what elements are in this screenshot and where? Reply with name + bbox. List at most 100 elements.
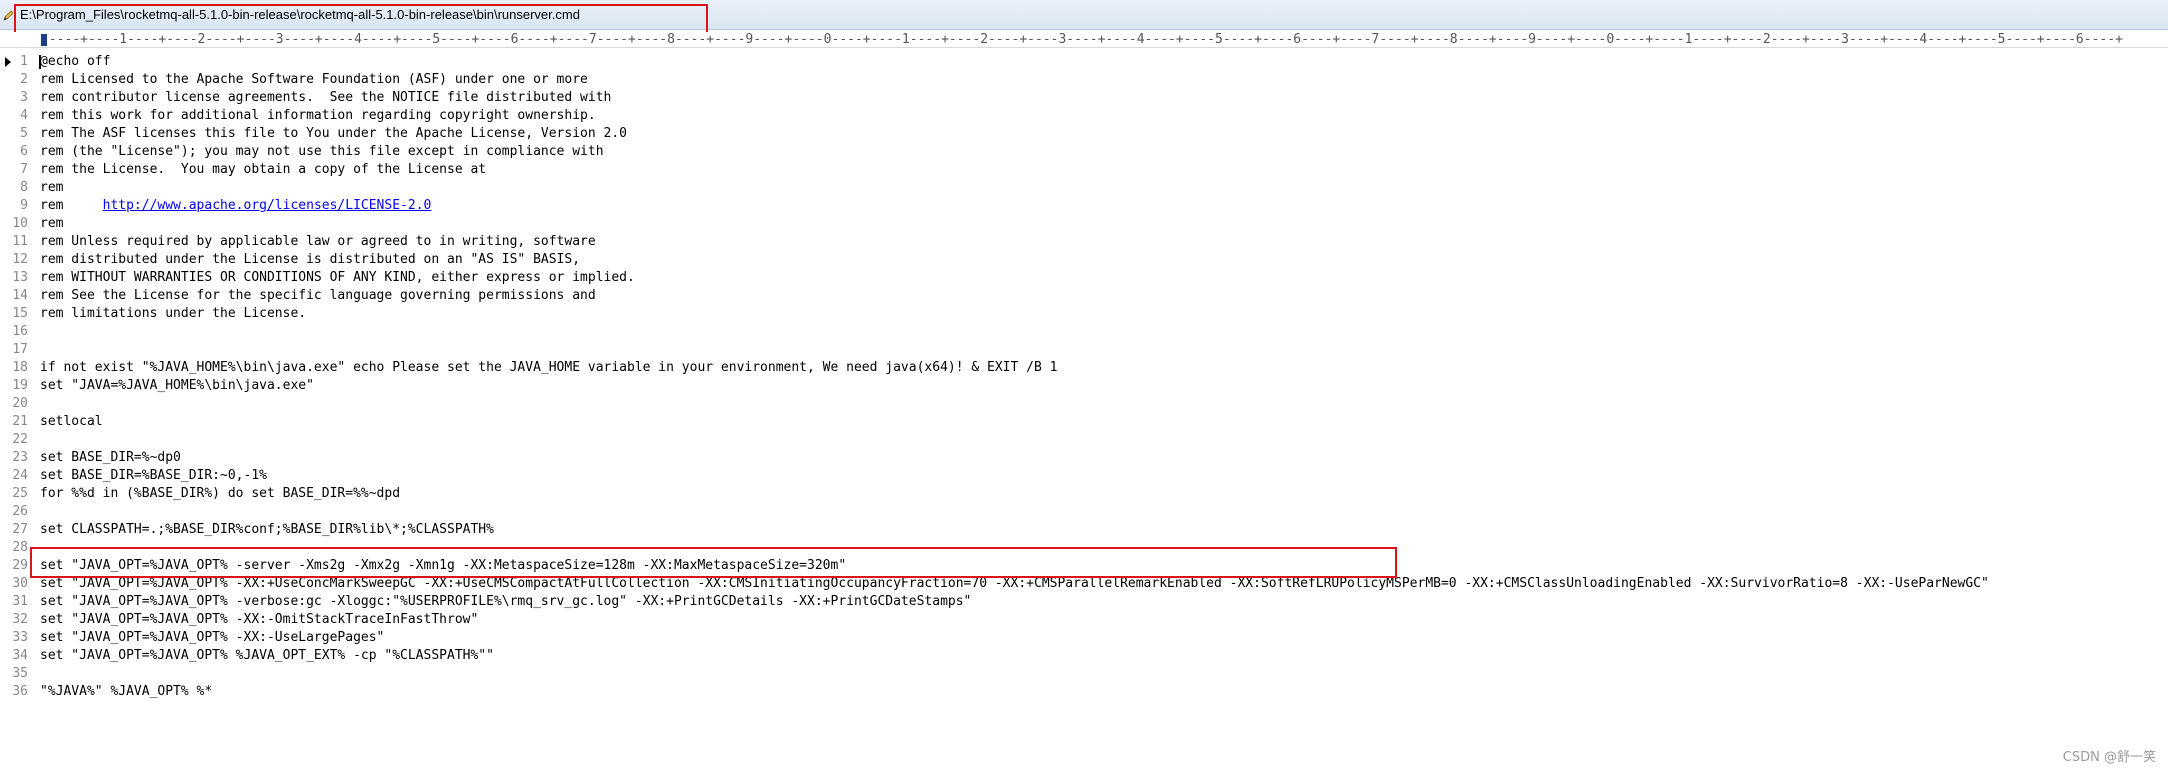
code-line[interactable]: 22 [0,431,2168,449]
code-line[interactable]: 16 [0,323,2168,341]
code-line[interactable]: 21 setlocal [0,413,2168,431]
code-line[interactable]: 14 rem See the License for the specific l… [0,287,2168,305]
line-content: set "JAVA_OPT=%JAVA_OPT% -XX:-OmitStackT… [40,612,479,627]
code-line[interactable]: 20 [0,395,2168,413]
line-text: rem Unless required by applicable law or… [40,233,596,251]
line-text: rem (the "License"); you may not use thi… [40,143,604,161]
code-line[interactable]: 4 rem this work for additional informatio… [0,107,2168,125]
line-text: setlocal [40,413,103,431]
code-line[interactable]: 19 set "JAVA=%JAVA_HOME%\bin\java.exe" [0,377,2168,395]
line-text: rem contributor license agreements. See … [40,89,611,107]
line-content: @echo off [40,54,111,69]
line-text: set "JAVA=%JAVA_HOME%\bin\java.exe" [40,377,314,395]
line-content: rem Unless required by applicable law or… [40,234,596,249]
line-number: 31 [12,594,28,609]
line-number: 6 [20,144,28,159]
code-line[interactable]: 17 [0,341,2168,359]
line-number: 21 [12,414,28,429]
line-content: rem See the License for the specific lan… [40,288,596,303]
line-number: 23 [12,450,28,465]
line-text: rem http://www.apache.org/licenses/LICEN… [40,197,431,215]
code-line[interactable]: 6 rem (the "License"); you may not use th… [0,143,2168,161]
line-text: set BASE_DIR=%BASE_DIR:~0,-1% [40,467,267,485]
line-content: rem The ASF licenses this file to You un… [40,126,627,141]
line-number: 17 [12,342,28,357]
line-content: rem contributor license agreements. See … [40,90,612,105]
code-highlight-box [30,547,1397,578]
line-number: 3 [20,90,28,105]
code-line[interactable]: 8 rem [0,179,2168,197]
code-line[interactable]: 31 set "JAVA_OPT=%JAVA_OPT% -verbose:gc -… [0,593,2168,611]
line-number: 13 [12,270,28,285]
line-content: "%JAVA%" %JAVA_OPT% %* [40,684,213,699]
line-content: rem [40,180,64,195]
line-text: if not exist "%JAVA_HOME%\bin\java.exe" … [40,359,1057,377]
title-highlight-box [14,4,708,34]
ruler-cursor-marker [41,34,47,46]
line-content: rem limitations under the License. [40,306,307,321]
line-text: @echo off [40,53,110,71]
code-line[interactable]: 5 rem The ASF licenses this file to You u… [0,125,2168,143]
code-line[interactable]: 27 set CLASSPATH=.;%BASE_DIR%conf;%BASE_D… [0,521,2168,539]
line-number: 25 [12,486,28,501]
ruler-scale: -----+----1----+----2----+----3----+----… [41,32,2123,47]
line-number: 9 [20,198,28,213]
code-line[interactable]: 33 set "JAVA_OPT=%JAVA_OPT% -XX:-UseLarge… [0,629,2168,647]
code-line[interactable]: 7 rem the License. You may obtain a copy … [0,161,2168,179]
line-number: 10 [12,216,28,231]
line-content: rem WITHOUT WARRANTIES OR CONDITIONS OF … [40,270,635,285]
line-content: rem [40,198,103,213]
code-line[interactable]: 15 rem limitations under the License. [0,305,2168,323]
code-line[interactable]: 13 rem WITHOUT WARRANTIES OR CONDITIONS O… [0,269,2168,287]
line-content: rem the License. You may obtain a copy o… [40,162,487,177]
line-text: "%JAVA%" %JAVA_OPT% %* [40,683,212,701]
line-text: rem Licensed to the Apache Software Foun… [40,71,588,89]
line-text: rem The ASF licenses this file to You un… [40,125,627,143]
line-content: for %%d in (%BASE_DIR%) do set BASE_DIR=… [40,486,401,501]
line-text: rem See the License for the specific lan… [40,287,596,305]
code-line[interactable]: 32 set "JAVA_OPT=%JAVA_OPT% -XX:-OmitStac… [0,611,2168,629]
line-content: set "JAVA=%JAVA_HOME%\bin\java.exe" [40,378,314,393]
line-text: rem limitations under the License. [40,305,306,323]
code-line[interactable]: 3 rem contributor license agreements. See… [0,89,2168,107]
line-content: set BASE_DIR=%~dp0 [40,450,181,465]
code-line[interactable]: 24 set BASE_DIR=%BASE_DIR:~0,-1% [0,467,2168,485]
line-content: set "JAVA_OPT=%JAVA_OPT% %JAVA_OPT_EXT% … [40,648,494,663]
code-line[interactable]: 9 rem http://www.apache.org/licenses/LICE… [0,197,2168,215]
code-line[interactable]: 35 [0,665,2168,683]
line-text: rem WITHOUT WARRANTIES OR CONDITIONS OF … [40,269,635,287]
code-line[interactable]: 23 set BASE_DIR=%~dp0 [0,449,2168,467]
line-text: set "JAVA_OPT=%JAVA_OPT% %JAVA_OPT_EXT% … [40,647,494,665]
code-line[interactable]: 2 rem Licensed to the Apache Software Fou… [0,71,2168,89]
code-line[interactable]: 18 if not exist "%JAVA_HOME%\bin\java.exe… [0,359,2168,377]
line-number: 32 [12,612,28,627]
line-text: rem the License. You may obtain a copy o… [40,161,486,179]
line-content: rem distributed under the License is dis… [40,252,581,267]
line-text: set "JAVA_OPT=%JAVA_OPT% -XX:-UseLargePa… [40,629,384,647]
line-text: set "JAVA_OPT=%JAVA_OPT% -XX:-OmitStackT… [40,611,478,629]
line-number: 2 [20,72,28,87]
line-number: 28 [12,540,28,555]
code-line[interactable]: 36 "%JAVA%" %JAVA_OPT% %* [0,683,2168,701]
code-line[interactable]: 34 set "JAVA_OPT=%JAVA_OPT% %JAVA_OPT_EXT… [0,647,2168,665]
code-line[interactable]: 1 @echo off [0,53,2168,71]
license-url-link[interactable]: http://www.apache.org/licenses/LICENSE-2… [103,198,432,213]
line-number: 35 [12,666,28,681]
code-line[interactable]: 26 [0,503,2168,521]
line-number: 4 [20,108,28,123]
code-line[interactable]: 12 rem distributed under the License is d… [0,251,2168,269]
code-line[interactable]: 10 rem [0,215,2168,233]
line-content: set CLASSPATH=.;%BASE_DIR%conf;%BASE_DIR… [40,522,494,537]
line-content: set BASE_DIR=%BASE_DIR:~0,-1% [40,468,267,483]
line-number: 22 [12,432,28,447]
line-number: 19 [12,378,28,393]
code-line[interactable]: 11 rem Unless required by applicable law … [0,233,2168,251]
line-number: 12 [12,252,28,267]
text-editor-area[interactable]: 1 @echo off 2 rem Licensed to the Apache So… [0,53,2168,701]
line-content: rem [40,216,64,231]
line-content: rem Licensed to the Apache Software Foun… [40,72,588,87]
line-content: set "JAVA_OPT=%JAVA_OPT% -XX:+UseConcMar… [40,576,1989,591]
line-number: 33 [12,630,28,645]
code-line[interactable]: 25 for %%d in (%BASE_DIR%) do set BASE_DI… [0,485,2168,503]
line-number: 26 [12,504,28,519]
